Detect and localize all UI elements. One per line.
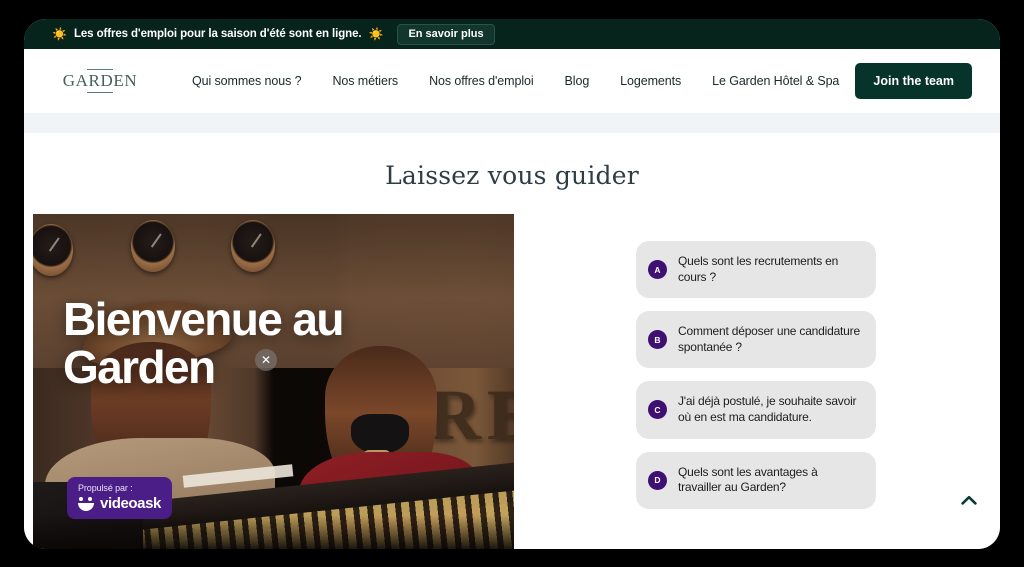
- videoask-wordmark: videoask: [100, 495, 162, 512]
- nav-link-logements[interactable]: Logements: [620, 74, 681, 88]
- nav-link-blog[interactable]: Blog: [565, 74, 590, 88]
- wall-clock-2: [131, 220, 175, 272]
- nav-link-nos-offres-emploi[interactable]: Nos offres d'emploi: [429, 74, 534, 88]
- nav-link-nos-metiers[interactable]: Nos métiers: [332, 74, 398, 88]
- video-bottom-shadow: [33, 515, 514, 549]
- sun-icon-left: ☀️: [52, 27, 67, 41]
- choice-text-a: Quels sont les recrutements en cours ?: [678, 254, 839, 284]
- choice-card-d[interactable]: D Quels sont les avantages à travailler …: [636, 451, 876, 509]
- nav-underlay-strip: [24, 113, 1000, 133]
- device-frame: ☀️ Les offres d'emploi pour la saison d'…: [0, 0, 1024, 567]
- choice-card-b[interactable]: B Comment déposer une candidature sponta…: [636, 311, 876, 369]
- choice-letter-d: D: [648, 470, 667, 490]
- smiley-mouth: [78, 502, 94, 511]
- sun-icon-right: ☀️: [368, 27, 384, 41]
- videoask-brand-row: videoask: [78, 495, 161, 512]
- choice-letter-c: C: [648, 400, 667, 420]
- choice-card-c[interactable]: C J'ai déjà postulé, je souhaite savoir …: [636, 381, 876, 439]
- choice-letter-a: A: [648, 260, 667, 280]
- nav-link-qui-sommes-nous[interactable]: Qui sommes nous ?: [192, 74, 302, 88]
- smiley-face-icon: [78, 496, 94, 511]
- browser-window: ☀️ Les offres d'emploi pour la saison d'…: [24, 19, 1000, 549]
- top-navigation-bar: GARDEN Qui sommes nous ? Nos métiers Nos…: [24, 49, 1000, 113]
- guest-face-mask: [351, 414, 409, 454]
- announcement-bar: ☀️ Les offres d'emploi pour la saison d'…: [24, 19, 1000, 49]
- video-headline: Bienvenue au Garden: [63, 293, 344, 393]
- nav-links: Qui sommes nous ? Nos métiers Nos offres…: [192, 74, 855, 88]
- main-stage: Laissez vous guider RE: [24, 133, 1000, 549]
- video-panel[interactable]: RE Bienvenue au Garden ✕: [33, 214, 514, 549]
- choice-text-c: J'ai déjà postulé, je souhaite savoir où…: [678, 394, 857, 424]
- close-icon[interactable]: ✕: [255, 349, 277, 371]
- join-the-team-button[interactable]: Join the team: [855, 63, 972, 99]
- chevron-up-icon: [961, 495, 977, 505]
- choice-letter-b: B: [648, 330, 667, 350]
- choice-text-b: Comment déposer une candidature spontané…: [678, 324, 860, 354]
- nav-link-le-garden-hotel-spa[interactable]: Le Garden Hôtel & Spa: [712, 74, 839, 88]
- logo-bar-bottom: [87, 91, 113, 94]
- garden-logo[interactable]: GARDEN: [62, 68, 138, 94]
- videoask-powered-by-label: Propulsé par :: [78, 483, 133, 493]
- learn-more-button[interactable]: En savoir plus: [397, 23, 495, 45]
- announcement-text: Les offres d'emploi pour la saison d'été…: [73, 28, 362, 40]
- choice-text-d: Quels sont les avantages à travailler au…: [678, 464, 818, 495]
- wall-clock-3: [231, 220, 275, 272]
- smiley-eye-right: [88, 496, 92, 501]
- scroll-to-top-button[interactable]: [956, 487, 982, 513]
- choice-card-a[interactable]: A Quels sont les recrutements en cours ?: [636, 241, 876, 299]
- videoask-badge[interactable]: Propulsé par : videoask: [67, 477, 173, 519]
- logo-wordmark: GARDEN: [62, 71, 138, 91]
- smiley-eye-left: [79, 496, 83, 501]
- page-title: Laissez vous guider: [385, 161, 639, 190]
- choices-column: A Quels sont les recrutements en cours ?…: [636, 241, 876, 509]
